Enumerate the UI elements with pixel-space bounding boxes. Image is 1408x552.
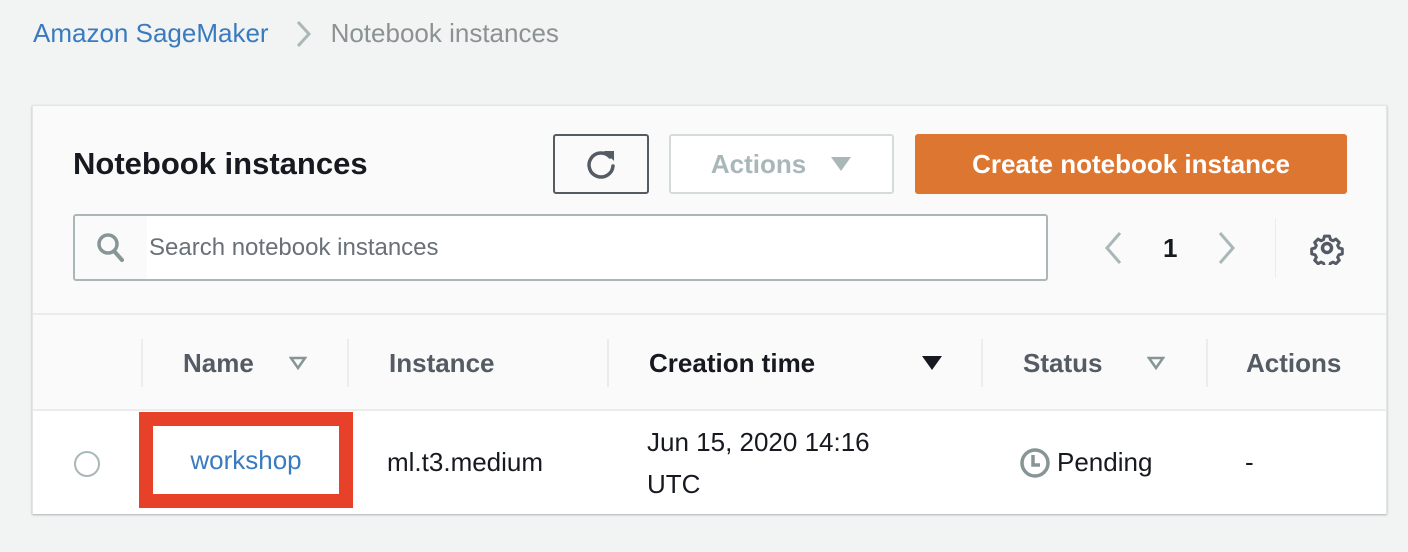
create-notebook-instance-button[interactable]: Create notebook instance bbox=[915, 134, 1347, 194]
pagination-divider bbox=[1275, 218, 1277, 278]
instance-cell: ml.t3.medium bbox=[387, 411, 543, 514]
column-divider bbox=[981, 339, 983, 387]
column-label: Actions bbox=[1246, 347, 1342, 378]
page-number[interactable]: 1 bbox=[1163, 233, 1177, 264]
column-header-creation-time[interactable]: Creation time bbox=[649, 315, 989, 411]
status-cell: Pending bbox=[1019, 411, 1152, 514]
chevron-left-icon[interactable] bbox=[1103, 231, 1123, 265]
column-header-instance[interactable]: Instance bbox=[389, 315, 495, 411]
highlight-box: workshop bbox=[139, 412, 353, 508]
breadcrumb: Amazon SageMaker Notebook instances bbox=[33, 18, 559, 49]
notebook-name-link[interactable]: workshop bbox=[190, 445, 301, 476]
column-divider bbox=[347, 339, 349, 387]
search-input[interactable] bbox=[147, 233, 1027, 262]
column-header-status[interactable]: Status bbox=[1023, 315, 1165, 411]
table-row[interactable]: workshop ml.t3.medium Jun 15, 2020 14:16… bbox=[33, 411, 1386, 514]
search-field[interactable] bbox=[73, 214, 1048, 281]
creation-time-zone: UTC bbox=[647, 469, 701, 499]
page-title: Notebook instances bbox=[73, 146, 368, 181]
instance-type: ml.t3.medium bbox=[387, 447, 544, 477]
chevron-right-icon[interactable] bbox=[1217, 231, 1237, 265]
chevron-right-icon bbox=[295, 19, 311, 49]
column-label: Instance bbox=[389, 347, 495, 378]
actions-cell: - bbox=[1245, 411, 1254, 514]
creation-time-cell: Jun 15, 2020 14:16 UTC bbox=[647, 421, 870, 505]
column-header-name[interactable]: Name bbox=[183, 315, 307, 411]
actions-dropdown[interactable]: Actions bbox=[669, 134, 894, 194]
column-header-actions: Actions bbox=[1246, 315, 1341, 411]
pagination: 1 bbox=[1103, 218, 1345, 278]
actions-label: Actions bbox=[710, 148, 807, 179]
table-header: Name Instance Creation time Status Actio… bbox=[33, 313, 1386, 411]
sort-descending-icon bbox=[921, 355, 943, 371]
column-label: Name bbox=[183, 347, 254, 378]
column-divider bbox=[607, 339, 609, 387]
column-label: Status bbox=[1023, 347, 1103, 378]
breadcrumb-current: Notebook instances bbox=[330, 18, 559, 48]
column-divider bbox=[1206, 339, 1208, 387]
sort-sortable-icon bbox=[1147, 356, 1165, 370]
breadcrumb-sagemaker-link[interactable]: Amazon SageMaker bbox=[33, 18, 269, 49]
row-select-radio[interactable] bbox=[74, 451, 100, 477]
notebook-instances-panel: Notebook instances Actions Create notebo… bbox=[32, 105, 1387, 514]
row-actions-value: - bbox=[1245, 447, 1254, 477]
search-icon bbox=[75, 216, 147, 279]
gear-icon[interactable] bbox=[1310, 231, 1345, 265]
refresh-icon bbox=[584, 147, 618, 181]
clock-icon bbox=[1019, 447, 1051, 479]
creation-time-date: Jun 15, 2020 14:16 bbox=[647, 427, 870, 457]
column-divider bbox=[141, 339, 143, 387]
sort-sortable-icon bbox=[289, 356, 307, 370]
caret-down-icon bbox=[830, 156, 852, 172]
column-label: Creation time bbox=[649, 347, 816, 378]
refresh-button[interactable] bbox=[553, 134, 649, 194]
status-text: Pending bbox=[1057, 447, 1153, 477]
